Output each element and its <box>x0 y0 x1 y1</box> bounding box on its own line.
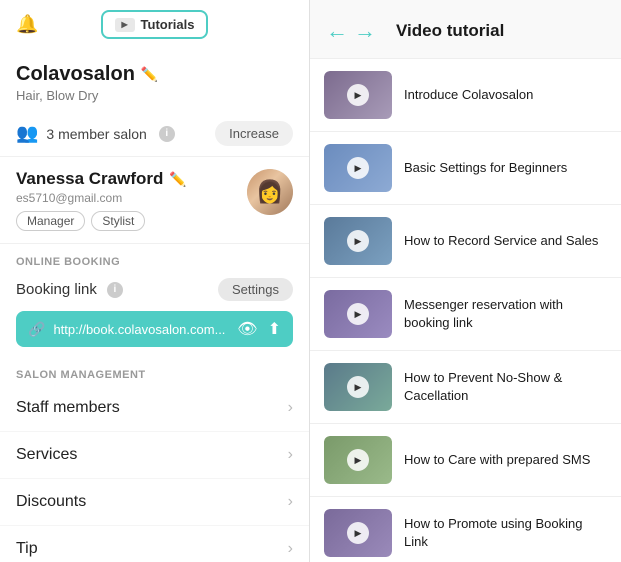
chevron-staff-icon: › <box>288 399 293 417</box>
left-panel: 🔔 Tutorials Colavosalon ✏️ Hair, Blow Dr… <box>0 0 310 562</box>
member-row: 👥 3 member salon i Increase <box>0 111 309 157</box>
video-item-0[interactable]: ▶ Introduce Colavosalon <box>310 59 621 132</box>
group-icon: 👥 <box>16 123 38 144</box>
video-title-2: How to Record Service and Sales <box>404 232 598 250</box>
video-header: ← → Video tutorial <box>310 0 621 59</box>
increase-button[interactable]: Increase <box>215 121 293 146</box>
avatar-image: 👩 <box>247 169 293 215</box>
menu-item-services[interactable]: Services › <box>0 432 309 479</box>
video-thumb-6: ▶ <box>324 509 392 557</box>
salon-name-row: Colavosalon ✏️ <box>16 63 293 86</box>
booking-info-icon: i <box>107 282 123 298</box>
bell-icon: 🔔 <box>16 14 38 35</box>
member-info: 👥 3 member salon i <box>16 123 175 144</box>
menu-services-label: Services <box>16 446 77 464</box>
salon-management-label: SALON MANAGEMENT <box>0 357 309 385</box>
video-item-2[interactable]: ▶ How to Record Service and Sales <box>310 205 621 278</box>
menu-item-tip[interactable]: Tip › <box>0 526 309 562</box>
video-title-6: How to Promote using Booking Link <box>404 515 607 551</box>
play-icon-1: ▶ <box>347 157 369 179</box>
staff-name-row: Vanessa Crawford ✏️ <box>16 169 187 189</box>
video-thumb-2: ▶ <box>324 217 392 265</box>
salon-subtitle: Hair, Blow Dry <box>16 88 293 103</box>
salon-name: Colavosalon <box>16 63 135 86</box>
video-thumb-1: ▶ <box>324 144 392 192</box>
staff-email: es5710@gmail.com <box>16 191 187 205</box>
link-url: http://book.colavosalon.com... <box>53 322 229 337</box>
booking-link-text: Booking link <box>16 281 97 298</box>
video-title-3: Messenger reservation with booking link <box>404 296 607 332</box>
video-title-5: How to Care with prepared SMS <box>404 451 590 469</box>
play-icon-5: ▶ <box>347 449 369 471</box>
play-icon-4: ▶ <box>347 376 369 398</box>
member-count: 3 member salon <box>46 126 146 142</box>
video-thumb-5: ▶ <box>324 436 392 484</box>
menu-discounts-label: Discounts <box>16 493 86 511</box>
staff-row: Vanessa Crawford ✏️ es5710@gmail.com Man… <box>16 169 293 231</box>
right-panel: ← → Video tutorial ▶ Introduce Colavosal… <box>310 0 621 562</box>
play-icon-3: ▶ <box>347 303 369 325</box>
video-title-4: How to Prevent No-Show & Cacellation <box>404 369 607 405</box>
play-icon-0: ▶ <box>347 84 369 106</box>
chevron-tip-icon: › <box>288 540 293 558</box>
video-thumb-4: ▶ <box>324 363 392 411</box>
tutorials-label: Tutorials <box>141 17 195 32</box>
edit-salon-icon[interactable]: ✏️ <box>141 66 158 83</box>
video-item-5[interactable]: ▶ How to Care with prepared SMS <box>310 424 621 497</box>
tag-manager: Manager <box>16 211 85 231</box>
arrow-right-icon: → <box>354 18 376 44</box>
top-bar: 🔔 Tutorials <box>0 0 309 49</box>
video-item-6[interactable]: ▶ How to Promote using Booking Link <box>310 497 621 562</box>
staff-tags: Manager Stylist <box>16 211 187 231</box>
tutorials-button[interactable]: Tutorials <box>101 10 209 39</box>
video-header-title: Video tutorial <box>396 21 504 41</box>
link-icon: 🔗 <box>28 321 45 338</box>
salon-section: Colavosalon ✏️ Hair, Blow Dry <box>0 49 309 111</box>
menu-item-staff[interactable]: Staff members › <box>0 385 309 432</box>
info-icon: i <box>159 126 175 142</box>
settings-button[interactable]: Settings <box>218 278 293 301</box>
video-item-4[interactable]: ▶ How to Prevent No-Show & Cacellation <box>310 351 621 424</box>
arrow-area: ← → <box>326 18 376 44</box>
menu-tip-label: Tip <box>16 540 38 558</box>
eye-button[interactable]: 👁 <box>237 319 257 339</box>
video-title-0: Introduce Colavosalon <box>404 86 533 104</box>
video-thumb-3: ▶ <box>324 290 392 338</box>
video-thumb-0: ▶ <box>324 71 392 119</box>
video-item-3[interactable]: ▶ Messenger reservation with booking lin… <box>310 278 621 351</box>
chevron-services-icon: › <box>288 446 293 464</box>
avatar: 👩 <box>247 169 293 215</box>
play-icon-6: ▶ <box>347 522 369 544</box>
video-list: ▶ Introduce Colavosalon ▶ Basic Settings… <box>310 59 621 562</box>
youtube-icon <box>115 18 135 32</box>
booking-link-label: Booking link i <box>16 281 123 298</box>
video-title-1: Basic Settings for Beginners <box>404 159 567 177</box>
staff-name: Vanessa Crawford <box>16 169 163 189</box>
arrow-left-icon: ← <box>326 18 348 44</box>
chevron-discounts-icon: › <box>288 493 293 511</box>
link-actions: 👁 ⬆ <box>237 319 281 339</box>
online-booking-label: ONLINE BOOKING <box>0 244 309 272</box>
tag-stylist: Stylist <box>91 211 145 231</box>
play-icon-2: ▶ <box>347 230 369 252</box>
staff-info: Vanessa Crawford ✏️ es5710@gmail.com Man… <box>16 169 187 231</box>
booking-row: Booking link i Settings <box>0 272 309 307</box>
booking-link-bar: 🔗 http://book.colavosalon.com... 👁 ⬆ <box>16 311 293 347</box>
video-item-1[interactable]: ▶ Basic Settings for Beginners <box>310 132 621 205</box>
edit-staff-icon[interactable]: ✏️ <box>169 171 186 188</box>
staff-section: Vanessa Crawford ✏️ es5710@gmail.com Man… <box>0 157 309 244</box>
menu-staff-label: Staff members <box>16 399 120 417</box>
menu-item-discounts[interactable]: Discounts › <box>0 479 309 526</box>
share-button[interactable]: ⬆ <box>268 319 281 339</box>
